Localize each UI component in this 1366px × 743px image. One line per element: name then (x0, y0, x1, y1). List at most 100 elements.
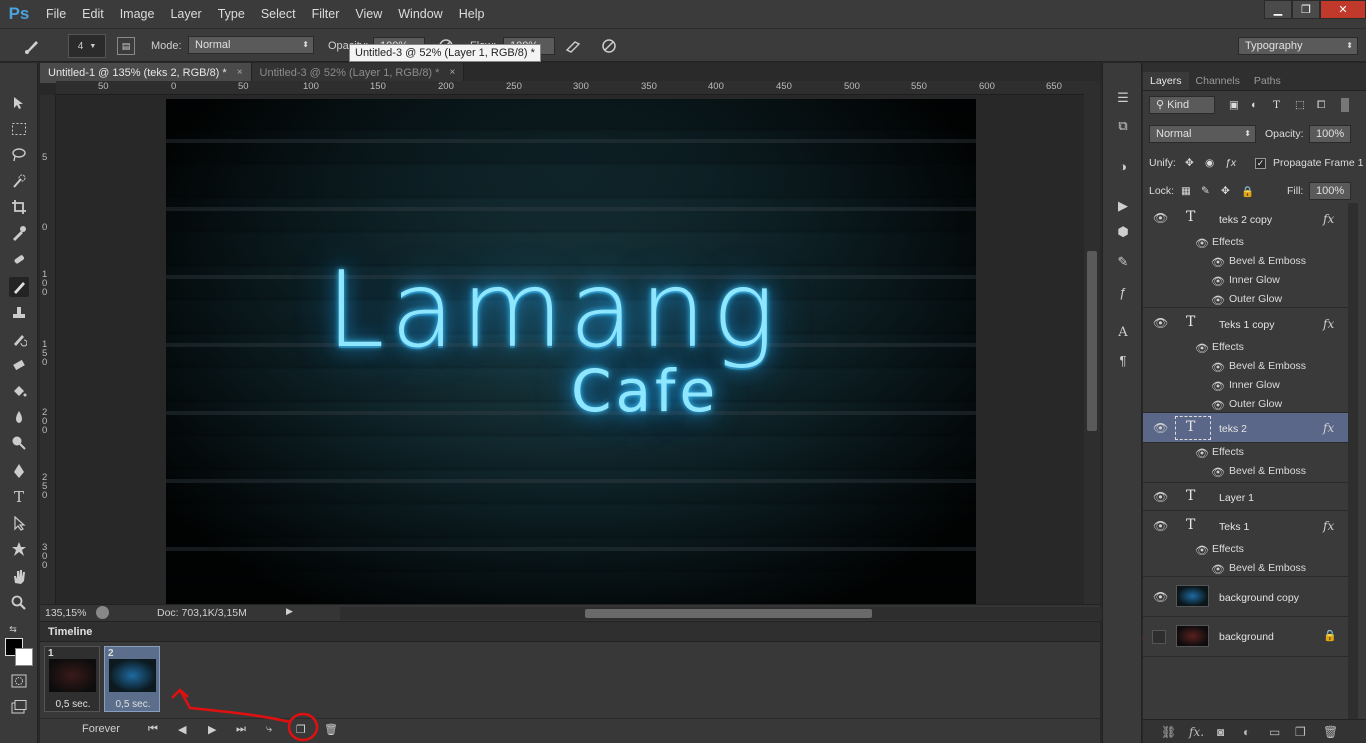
styles-panel-icon[interactable]: ƒ (1114, 283, 1132, 301)
vertical-scrollbar[interactable] (1084, 81, 1100, 605)
layer-name[interactable]: background (1219, 631, 1274, 643)
scrollbar-thumb[interactable] (585, 609, 872, 618)
fx-icon[interactable]: fx (1323, 212, 1334, 226)
history-brush-tool-icon[interactable] (9, 329, 29, 349)
visibility-eye-icon[interactable]: 👁 (1211, 399, 1225, 412)
actions-panel-icon[interactable]: ▶ (1114, 197, 1132, 215)
paragraph-panel-icon[interactable]: ¶ (1114, 351, 1132, 369)
dodge-tool-icon[interactable] (9, 433, 29, 453)
background-color-swatch[interactable] (15, 648, 33, 666)
zoom-level[interactable]: 135,15% (45, 607, 86, 619)
effect-name[interactable]: Inner Glow (1229, 274, 1280, 286)
effect-name[interactable]: Inner Glow (1229, 379, 1280, 391)
workspace-dropdown[interactable]: Typography ⬍ (1238, 37, 1358, 55)
add-style-icon[interactable]: fx. (1189, 725, 1204, 739)
crop-tool-icon[interactable] (9, 197, 29, 217)
layer-row-selected[interactable]: 👁 T teks 2 fx (1143, 413, 1348, 443)
layer-name[interactable]: teks 2 copy (1219, 214, 1272, 226)
effect-name[interactable]: Bevel & Emboss (1229, 465, 1306, 477)
timeline-frame-2[interactable]: 2 0,5 sec. (104, 646, 160, 712)
brush-tool-icon[interactable] (9, 277, 29, 297)
swap-colors-icon[interactable]: ⇆ (3, 619, 23, 639)
effect-name[interactable]: Bevel & Emboss (1229, 562, 1306, 574)
loop-dropdown[interactable]: Forever (82, 723, 120, 735)
menu-type[interactable]: Type (210, 0, 253, 28)
effect-name[interactable]: Bevel & Emboss (1229, 255, 1306, 267)
timeline-frame-1[interactable]: 1 0,5 sec. (44, 646, 100, 712)
adjustment-filter-icon[interactable]: ◐ (1251, 99, 1257, 111)
menu-view[interactable]: View (347, 0, 390, 28)
filter-toggle-icon[interactable] (1341, 98, 1349, 112)
tab-channels[interactable]: Channels (1189, 72, 1247, 90)
clone-stamp-tool-icon[interactable] (9, 303, 29, 323)
type-filter-icon[interactable]: T (1273, 99, 1280, 111)
layer-name[interactable]: Teks 1 (1219, 521, 1249, 533)
tween-icon[interactable]: ⤷ (266, 723, 272, 736)
blend-mode-dropdown[interactable]: Normal ⬍ (1149, 125, 1256, 143)
tab-untitled-3[interactable]: Untitled-3 @ 52% (Layer 1, RGB/8) * × (251, 63, 465, 83)
paint-bucket-tool-icon[interactable] (9, 381, 29, 401)
blur-tool-icon[interactable] (9, 407, 29, 427)
eraser-tool-icon[interactable] (9, 355, 29, 375)
menu-image[interactable]: Image (112, 0, 163, 28)
propagate-checkbox[interactable]: ✓ (1255, 157, 1266, 169)
zoom-tool-icon[interactable] (9, 593, 29, 613)
prev-frame-icon[interactable]: ◀ (178, 723, 186, 736)
visibility-eye-icon[interactable]: 👁 (1211, 256, 1225, 269)
fx-icon[interactable]: fx (1323, 317, 1334, 331)
visibility-eye-icon[interactable]: 👁 (1195, 342, 1209, 355)
delete-frame-icon[interactable]: 🗑 (324, 723, 338, 736)
type-tool-icon[interactable]: T (9, 487, 29, 507)
fx-icon[interactable]: fx (1323, 519, 1334, 533)
close-icon[interactable]: × (237, 63, 243, 83)
tab-layers[interactable]: Layers (1143, 72, 1189, 90)
frame-delay[interactable]: 0,5 sec. (105, 699, 161, 710)
unify-visibility-icon[interactable]: ◉ (1205, 157, 1214, 169)
visibility-eye-icon[interactable]: 👁 (1211, 466, 1225, 479)
menu-window[interactable]: Window (390, 0, 450, 28)
frame-delay[interactable]: 0,5 sec. (45, 699, 101, 710)
canvas-workspace[interactable]: Lamang Cafe (56, 95, 1084, 605)
effect-name[interactable]: Outer Glow (1229, 293, 1282, 305)
visibility-off-box[interactable] (1152, 630, 1166, 644)
new-layer-icon[interactable]: ❐ (1295, 725, 1306, 739)
layer-row[interactable]: background 🔒 (1143, 617, 1348, 657)
scrollbar-thumb[interactable] (1087, 251, 1097, 431)
first-frame-icon[interactable]: ⏮ (148, 723, 158, 736)
layer-opacity-input[interactable]: 100% (1309, 125, 1351, 143)
visibility-eye-icon[interactable]: 👁 (1153, 591, 1168, 603)
visibility-eye-icon[interactable]: 👁 (1211, 361, 1225, 374)
visibility-eye-icon[interactable]: 👁 (1195, 237, 1209, 250)
pen-tool-icon[interactable] (9, 461, 29, 481)
layer-name[interactable]: background copy (1219, 592, 1299, 604)
close-window-button[interactable]: ✕ (1320, 0, 1366, 19)
new-group-icon[interactable]: ▭ (1269, 725, 1280, 739)
eyedropper-tool-icon[interactable] (9, 223, 29, 243)
minimize-button[interactable]: ▁ (1264, 0, 1292, 19)
pressure-size-icon[interactable] (600, 37, 618, 55)
path-select-tool-icon[interactable] (9, 513, 29, 533)
mode-dropdown[interactable]: Normal ⬍ (188, 36, 314, 54)
shape-filter-icon[interactable]: ⬚ (1295, 99, 1305, 111)
next-frame-icon[interactable]: ⏭ (236, 723, 246, 736)
lock-transparent-icon[interactable]: ▦ (1181, 185, 1191, 197)
hand-tool-icon[interactable] (9, 567, 29, 587)
layer-name[interactable]: Teks 1 copy (1219, 319, 1274, 331)
unify-position-icon[interactable]: ✥ (1185, 157, 1194, 169)
screen-mode-icon[interactable] (9, 697, 29, 717)
layer-row[interactable]: 👁 T Teks 1 fx 👁 Effects 👁 Bevel & Emboss (1143, 511, 1348, 577)
status-menu-arrow-icon[interactable]: ▶ (286, 606, 293, 617)
visibility-eye-icon[interactable]: 👁 (1211, 275, 1225, 288)
visibility-eye-icon[interactable]: 👁 (1153, 317, 1168, 329)
new-adjustment-icon[interactable]: ◐ (1243, 725, 1250, 739)
layer-row[interactable]: 👁 T Teks 1 copy fx 👁 Effects 👁 Bevel & E… (1143, 308, 1348, 413)
smart-object-filter-icon[interactable]: ⧠ (1317, 99, 1325, 112)
play-icon[interactable]: ▶ (208, 723, 216, 736)
character-panel-icon[interactable]: A (1114, 323, 1132, 341)
brush-size-picker[interactable]: 4 ▼ (68, 34, 106, 58)
visibility-eye-icon[interactable]: 👁 (1153, 491, 1168, 503)
quick-select-tool-icon[interactable] (9, 171, 29, 191)
delete-layer-icon[interactable]: 🗑 (1323, 725, 1338, 739)
lock-all-icon[interactable]: 🔒 (1241, 185, 1254, 198)
brush-panel-icon[interactable]: ✎ (1114, 253, 1132, 271)
